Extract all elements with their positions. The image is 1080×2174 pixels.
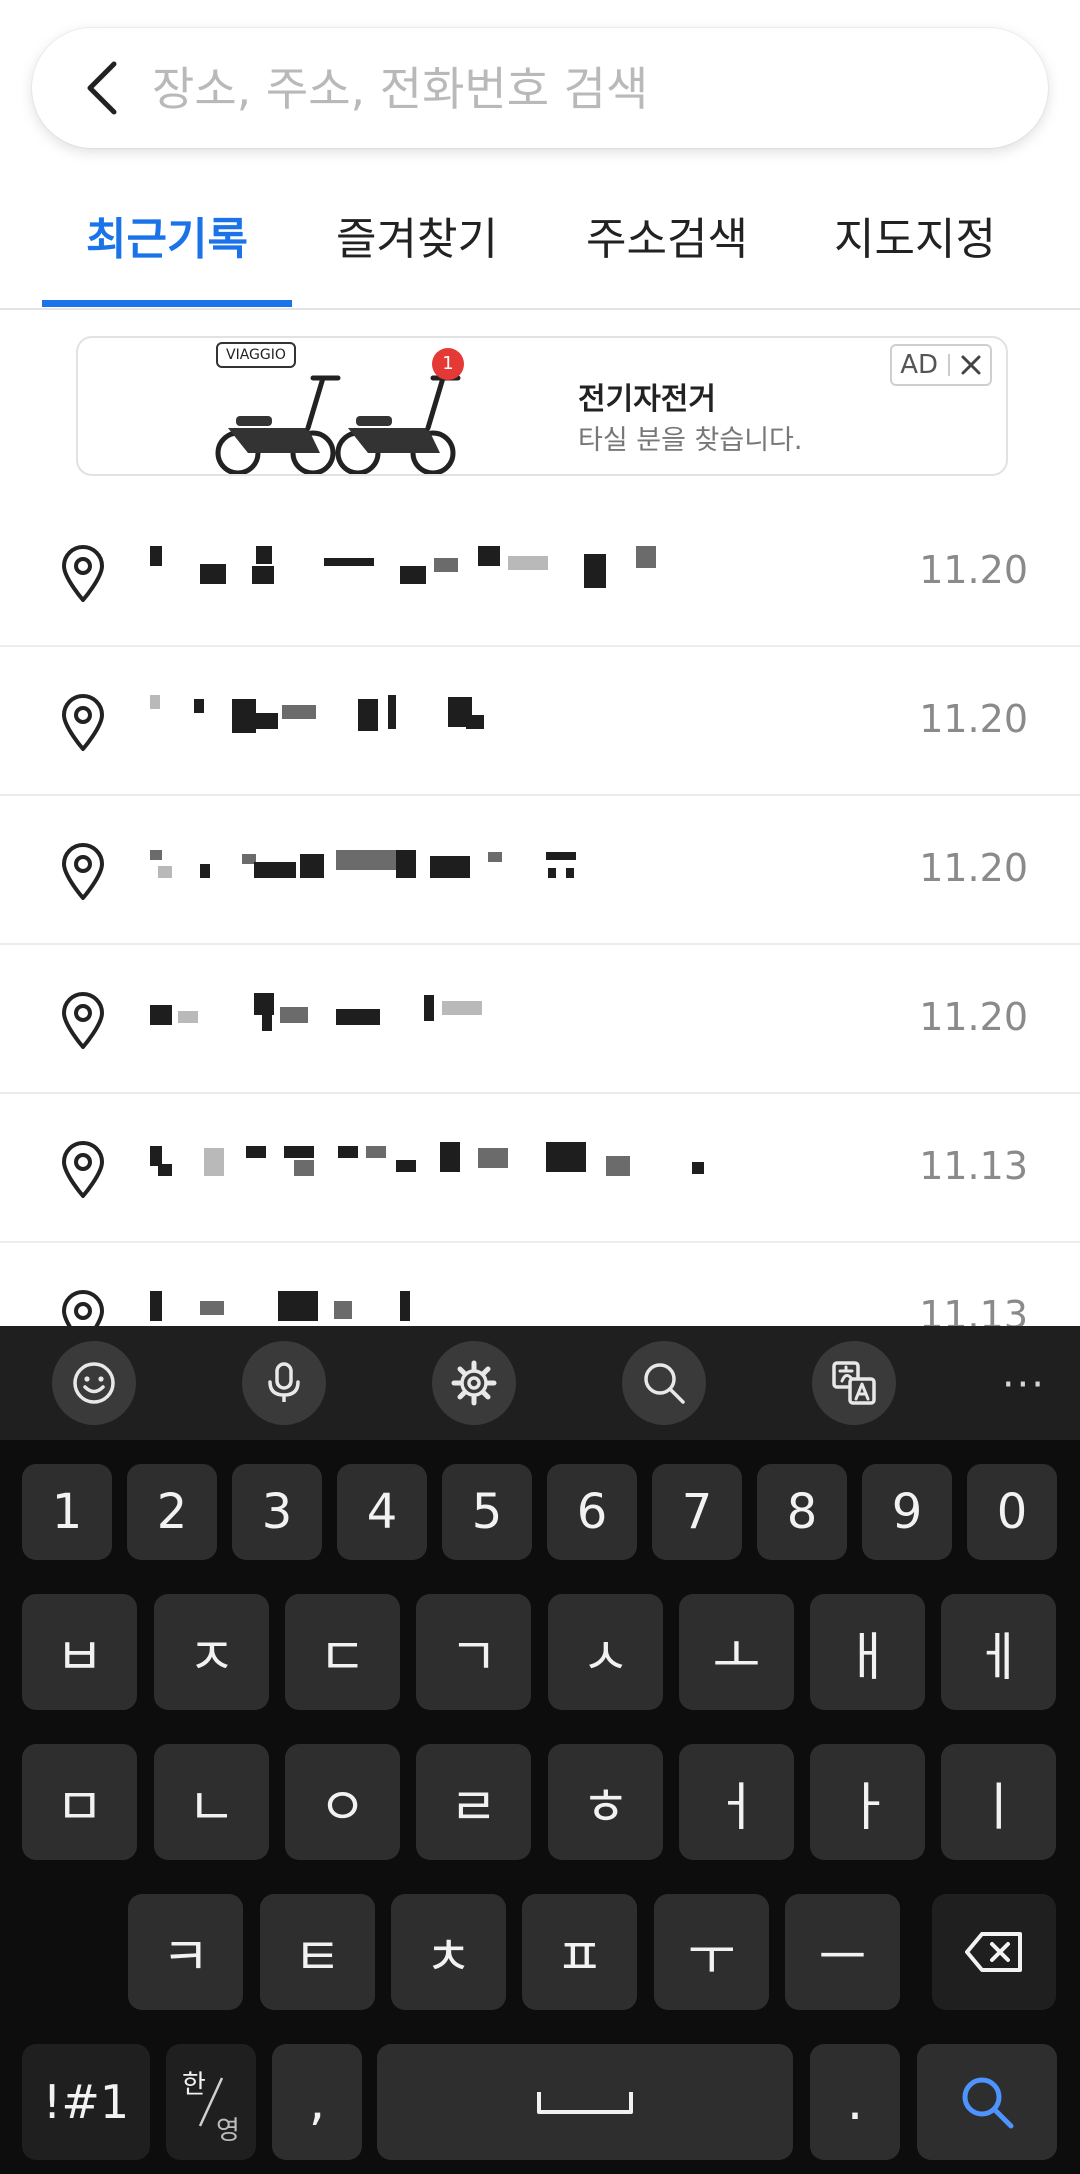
key-rieul[interactable]: ㄹ	[416, 1744, 531, 1860]
key-siot[interactable]: ㅅ	[548, 1594, 663, 1710]
place-name-redacted	[148, 695, 548, 741]
visit-date: 11.20	[919, 697, 1028, 741]
key-mieum[interactable]: ㅁ	[22, 1744, 137, 1860]
key-u[interactable]: ㅜ	[654, 1894, 769, 2010]
backspace-icon	[965, 1932, 1022, 1972]
microphone-icon	[268, 1362, 300, 1402]
ad-label-badge[interactable]: AD	[890, 344, 992, 386]
key-digeut[interactable]: ㄷ	[285, 1594, 400, 1710]
space-bar-icon	[537, 2092, 633, 2114]
space-key[interactable]	[377, 2044, 793, 2160]
key-bieup[interactable]: ㅂ	[22, 1594, 137, 1710]
search-enter-key[interactable]	[917, 2044, 1057, 2160]
key-chieut[interactable]: ㅊ	[391, 1894, 506, 2010]
search-icon	[644, 1363, 685, 1404]
keyboard-toolbar: ···	[0, 1326, 1080, 1440]
key-o-vowel[interactable]: ㅗ	[679, 1594, 794, 1710]
search-bar	[32, 28, 1048, 148]
ad-banner[interactable]: VIAGGIO 1 전기자전거 타실 분을 찾습니다. AD	[76, 336, 1008, 476]
key-kieuk[interactable]: ㅋ	[128, 1894, 243, 2010]
key-e[interactable]: ㅔ	[941, 1594, 1056, 1710]
key-hieut[interactable]: ㅎ	[548, 1744, 663, 1860]
key-nieun[interactable]: ㄴ	[154, 1744, 269, 1860]
recent-list: 11.20 11.20 11.20 11.20 11.13 11.13	[0, 498, 1080, 1392]
close-icon[interactable]	[960, 354, 982, 376]
translate-icon	[832, 1361, 876, 1405]
keyboard: ··· 1 2 3 4 5 6 7 8 9 0 ㅂ ㅈ ㄷ ㄱ ㅅ ㅗ ㅐ ㅔ …	[0, 1326, 1080, 2174]
visit-date: 11.20	[919, 995, 1028, 1039]
ebike-image	[215, 375, 461, 474]
location-pin-icon	[62, 843, 104, 900]
list-item[interactable]: 11.20	[0, 498, 1080, 647]
key-5[interactable]: 5	[442, 1464, 532, 1560]
ad-brand-logo: VIAGGIO	[216, 342, 296, 368]
key-jieut[interactable]: ㅈ	[154, 1594, 269, 1710]
ad-title: 전기자전거	[578, 382, 716, 417]
key-3[interactable]: 3	[232, 1464, 322, 1560]
emoji-icon	[73, 1362, 115, 1404]
voice-input-button[interactable]	[242, 1341, 326, 1425]
key-i[interactable]: ㅣ	[941, 1744, 1056, 1860]
location-pin-icon	[62, 1141, 104, 1198]
period-key[interactable]: .	[810, 2044, 900, 2160]
key-7[interactable]: 7	[652, 1464, 742, 1560]
list-item[interactable]: 11.20	[0, 647, 1080, 796]
key-4[interactable]: 4	[337, 1464, 427, 1560]
key-ieung[interactable]: ㅇ	[285, 1744, 400, 1860]
place-name-redacted	[148, 1142, 728, 1188]
lang-english-label: 영	[216, 2116, 240, 2146]
tab-address-search[interactable]: 주소검색	[542, 200, 792, 280]
key-tieut[interactable]: ㅌ	[260, 1894, 375, 2010]
back-arrow-icon	[87, 61, 117, 115]
language-switch-key[interactable]: 한 영	[166, 2044, 256, 2160]
keyboard-settings-button[interactable]	[432, 1341, 516, 1425]
search-input[interactable]	[150, 46, 1014, 132]
back-button[interactable]	[72, 58, 132, 118]
keyboard-search-button[interactable]	[622, 1341, 706, 1425]
settings-icon	[451, 1360, 497, 1406]
tab-recent[interactable]: 최근기록	[42, 200, 292, 280]
key-2[interactable]: 2	[127, 1464, 217, 1560]
key-eu[interactable]: ㅡ	[785, 1894, 900, 2010]
notification-badge: 1	[432, 348, 464, 380]
visit-date: 11.20	[919, 548, 1028, 592]
more-options-button[interactable]: ···	[1002, 1362, 1046, 1408]
list-item[interactable]: 11.20	[0, 945, 1080, 1094]
symbols-key[interactable]: !#1	[22, 2044, 150, 2160]
visit-date: 11.13	[919, 1144, 1028, 1188]
place-name-redacted	[148, 993, 508, 1039]
comma-key[interactable]: ,	[272, 2044, 362, 2160]
visit-date: 11.20	[919, 846, 1028, 890]
place-name-redacted	[148, 546, 688, 592]
key-1[interactable]: 1	[22, 1464, 112, 1560]
place-name-redacted	[148, 844, 648, 890]
tab-favorites[interactable]: 즐겨찾기	[292, 200, 542, 280]
key-eo[interactable]: ㅓ	[679, 1744, 794, 1860]
tab-bar: 최근기록 즐겨찾기 주소검색 지도지정	[0, 170, 1080, 310]
key-giyeok[interactable]: ㄱ	[416, 1594, 531, 1710]
ad-subtitle: 타실 분을 찾습니다.	[578, 425, 803, 456]
key-6[interactable]: 6	[547, 1464, 637, 1560]
key-a[interactable]: ㅏ	[810, 1744, 925, 1860]
key-0[interactable]: 0	[967, 1464, 1057, 1560]
location-pin-icon	[62, 694, 104, 751]
translate-button[interactable]	[812, 1341, 896, 1425]
ad-label: AD	[900, 350, 938, 380]
key-9[interactable]: 9	[862, 1464, 952, 1560]
tab-map-select[interactable]: 지도지정	[790, 200, 1040, 280]
location-pin-icon	[62, 545, 104, 602]
key-ae[interactable]: ㅐ	[810, 1594, 925, 1710]
location-pin-icon	[62, 992, 104, 1049]
search-icon	[962, 2077, 1014, 2129]
list-item[interactable]: 11.20	[0, 796, 1080, 945]
list-item[interactable]: 11.13	[0, 1094, 1080, 1243]
active-tab-indicator	[42, 300, 292, 307]
backspace-key[interactable]	[932, 1894, 1056, 2010]
key-8[interactable]: 8	[757, 1464, 847, 1560]
emoji-button[interactable]	[52, 1341, 136, 1425]
key-pieup[interactable]: ㅍ	[522, 1894, 637, 2010]
